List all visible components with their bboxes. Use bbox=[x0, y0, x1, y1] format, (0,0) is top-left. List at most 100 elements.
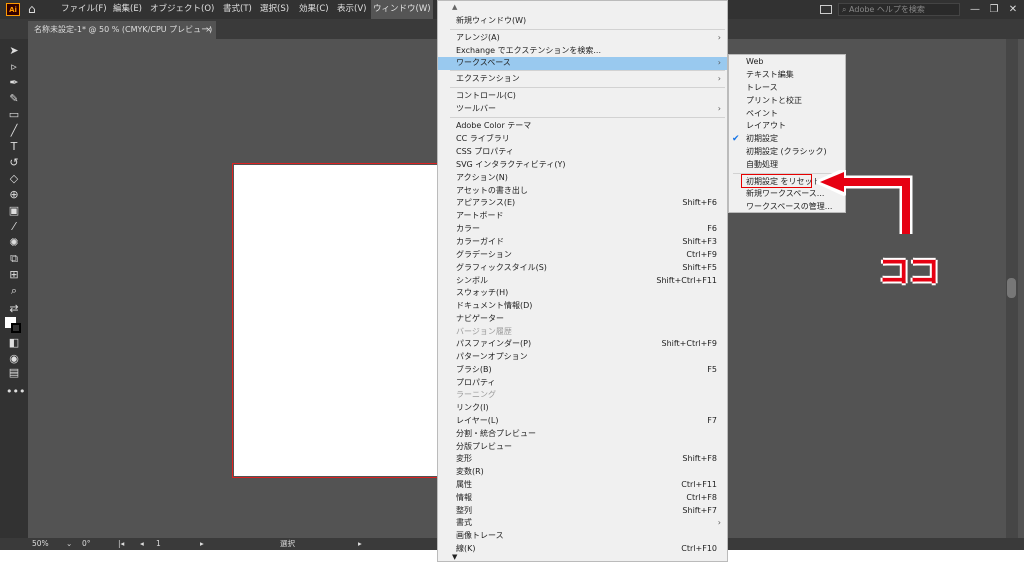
menu-view[interactable]: 表示(V) bbox=[337, 0, 366, 19]
window-menu-item[interactable]: カラー F6 bbox=[438, 223, 727, 236]
window-menu-item[interactable]: エクステンション › bbox=[438, 73, 727, 86]
stroke-swatch[interactable] bbox=[11, 323, 21, 333]
menu-scroll-up-icon[interactable]: ▲ bbox=[452, 3, 457, 11]
home-icon[interactable]: ⌂ bbox=[28, 2, 42, 16]
document-tab[interactable]: 名称未設定-1* @ 50 % (CMYK/CPU プレビュー) × bbox=[28, 21, 216, 39]
selection-tool-icon[interactable]: ➤ bbox=[6, 44, 22, 58]
window-menu-item[interactable]: 情報 Ctrl+F8 bbox=[438, 492, 727, 505]
window-menu-item[interactable]: スウォッチ(H) bbox=[438, 287, 727, 300]
window-menu-item[interactable]: ツールバー › bbox=[438, 103, 727, 116]
window-menu-item[interactable]: レイヤー(L) F7 bbox=[438, 415, 727, 428]
more-tools-icon[interactable]: ••• bbox=[6, 385, 25, 399]
blend-tool-icon[interactable]: ⧉ bbox=[6, 252, 22, 266]
window-menu-item[interactable]: Exchange でエクステンションを検索... bbox=[438, 45, 727, 58]
window-menu-item[interactable]: 画像トレース bbox=[438, 530, 727, 543]
workspace-menu-item[interactable]: Web bbox=[729, 56, 845, 69]
gradient-tool-icon[interactable]: ▣ bbox=[6, 204, 22, 218]
window-menu-item[interactable]: Adobe Color テーマ bbox=[438, 120, 727, 133]
menu-separator bbox=[450, 87, 725, 88]
prev-artboard-icon[interactable]: ◂ bbox=[140, 538, 144, 550]
window-menu-item[interactable]: リンク(I) bbox=[438, 402, 727, 415]
zoom-level[interactable]: 50% bbox=[32, 538, 49, 550]
swap-fill-stroke-icon[interactable]: ⇄ bbox=[6, 302, 22, 316]
menu-type[interactable]: 書式(T) bbox=[223, 0, 252, 19]
shape-builder-tool-icon[interactable]: ⊕ bbox=[6, 188, 22, 202]
chevron-down-icon[interactable]: ⌄ bbox=[66, 538, 72, 550]
window-menu-item[interactable]: 分版プレビュー bbox=[438, 441, 727, 454]
rectangle-tool-icon[interactable]: ▭ bbox=[6, 108, 22, 122]
window-menu-item[interactable]: SVG インタラクティビティ(Y) bbox=[438, 159, 727, 172]
screen-mode-icon[interactable]: ▤ bbox=[6, 366, 22, 380]
menu-item-label: 属性 bbox=[456, 480, 472, 489]
window-menu-item[interactable]: パターンオプション bbox=[438, 351, 727, 364]
vertical-scroll-thumb[interactable] bbox=[1007, 278, 1016, 298]
close-tab-icon[interactable]: × bbox=[205, 21, 212, 39]
type-tool-icon[interactable]: T bbox=[6, 140, 22, 154]
minimize-button[interactable]: — bbox=[965, 1, 985, 18]
status-play-icon[interactable]: ▸ bbox=[358, 538, 362, 550]
window-menu-item[interactable]: 整列 Shift+F7 bbox=[438, 505, 727, 518]
maximize-button[interactable]: ❐ bbox=[984, 1, 1004, 18]
draw-mode-icon[interactable]: ◉ bbox=[6, 352, 22, 366]
menu-file[interactable]: ファイル(F) bbox=[61, 0, 107, 19]
next-artboard-icon[interactable]: ▸ bbox=[200, 538, 204, 550]
window-menu-item[interactable]: 変数(R) bbox=[438, 466, 727, 479]
eyedropper-tool-icon[interactable]: ⁄ bbox=[6, 220, 22, 234]
rotate-tool-icon[interactable]: ↺ bbox=[6, 156, 22, 170]
window-menu-item[interactable]: アートボード bbox=[438, 210, 727, 223]
window-menu-item[interactable]: 線(K) Ctrl+F10 bbox=[438, 543, 727, 556]
eraser-tool-icon[interactable]: ◇ bbox=[6, 172, 22, 186]
menu-window[interactable]: ウィンドウ(W) bbox=[371, 0, 433, 19]
window-menu-item[interactable]: ナビゲーター bbox=[438, 313, 727, 326]
window-menu-item[interactable]: コントロール(C) bbox=[438, 90, 727, 103]
menu-edit[interactable]: 編集(E) bbox=[113, 0, 142, 19]
zoom-tool-icon[interactable]: ⌕ bbox=[6, 284, 22, 298]
menu-select[interactable]: 選択(S) bbox=[260, 0, 289, 19]
window-menu-item[interactable]: パスファインダー(P) Shift+Ctrl+F9 bbox=[438, 338, 727, 351]
help-search-input[interactable]: ⌕ Adobe ヘルプを検索 bbox=[838, 3, 960, 16]
window-menu-item[interactable]: ブラシ(B) F5 bbox=[438, 364, 727, 377]
window-menu-item[interactable]: 属性 Ctrl+F11 bbox=[438, 479, 727, 492]
menu-effect[interactable]: 効果(C) bbox=[299, 0, 329, 19]
window-menu-item[interactable]: グラデーション Ctrl+F9 bbox=[438, 249, 727, 262]
workspace-menu-item[interactable]: ✔ 初期設定 bbox=[729, 133, 845, 146]
window-menu-item[interactable]: 新規ウィンドウ(W) bbox=[438, 15, 727, 28]
pen-tool-icon[interactable]: ✒ bbox=[6, 76, 22, 90]
window-menu-item[interactable]: アクション(N) bbox=[438, 172, 727, 185]
curvature-tool-icon[interactable]: ✎ bbox=[6, 92, 22, 106]
artboard-number[interactable]: 1 bbox=[156, 538, 161, 550]
menu-item-label: 情報 bbox=[456, 493, 472, 502]
window-menu-item[interactable]: アピアランス(E) Shift+F6 bbox=[438, 197, 727, 210]
window-menu-item[interactable]: 分割・統合プレビュー bbox=[438, 428, 727, 441]
workspace-menu-item[interactable]: 初期設定 (クラシック) bbox=[729, 146, 845, 159]
window-menu-item[interactable]: カラーガイド Shift+F3 bbox=[438, 236, 727, 249]
workspace-menu-item[interactable]: テキスト編集 bbox=[729, 69, 845, 82]
workspace-menu-item[interactable]: プリントと校正 bbox=[729, 95, 845, 108]
window-menu-item[interactable]: ワークスペース › bbox=[438, 57, 727, 70]
window-menu-item[interactable]: シンボル Shift+Ctrl+F11 bbox=[438, 275, 727, 288]
window-menu-item[interactable]: CSS プロパティ bbox=[438, 146, 727, 159]
workspace-switcher-icon[interactable] bbox=[820, 5, 832, 14]
window-menu-item[interactable]: ドキュメント情報(D) bbox=[438, 300, 727, 313]
window-menu-item[interactable]: アセットの書き出し bbox=[438, 185, 727, 198]
workspace-menu-item[interactable]: トレース bbox=[729, 82, 845, 95]
first-artboard-icon[interactable]: |◂ bbox=[118, 538, 124, 550]
window-menu-item[interactable]: グラフィックスタイル(S) Shift+F5 bbox=[438, 262, 727, 275]
close-button[interactable]: ✕ bbox=[1003, 1, 1023, 18]
workspace-menu-item[interactable]: ペイント bbox=[729, 108, 845, 121]
symbol-sprayer-tool-icon[interactable]: ✺ bbox=[6, 236, 22, 250]
window-menu-item[interactable]: CC ライブラリ bbox=[438, 133, 727, 146]
workspace-menu-item[interactable]: レイアウト bbox=[729, 120, 845, 133]
menu-object[interactable]: オブジェクト(O) bbox=[150, 0, 214, 19]
window-menu-item[interactable]: 変形 Shift+F8 bbox=[438, 453, 727, 466]
rotation-value[interactable]: 0° bbox=[82, 538, 91, 550]
artboard[interactable] bbox=[234, 165, 438, 476]
color-mode-icon[interactable]: ◧ bbox=[6, 336, 22, 350]
paintbrush-tool-icon[interactable]: ╱ bbox=[6, 124, 22, 138]
window-menu-item[interactable]: プロパティ bbox=[438, 377, 727, 390]
direct-selection-tool-icon[interactable]: ▹ bbox=[6, 60, 22, 74]
artboard-tool-icon[interactable]: ⊞ bbox=[6, 268, 22, 282]
window-menu-item[interactable]: アレンジ(A) › bbox=[438, 32, 727, 45]
window-menu-item[interactable]: 書式 › bbox=[438, 517, 727, 530]
menu-scroll-down-icon[interactable]: ▼ bbox=[452, 553, 457, 561]
